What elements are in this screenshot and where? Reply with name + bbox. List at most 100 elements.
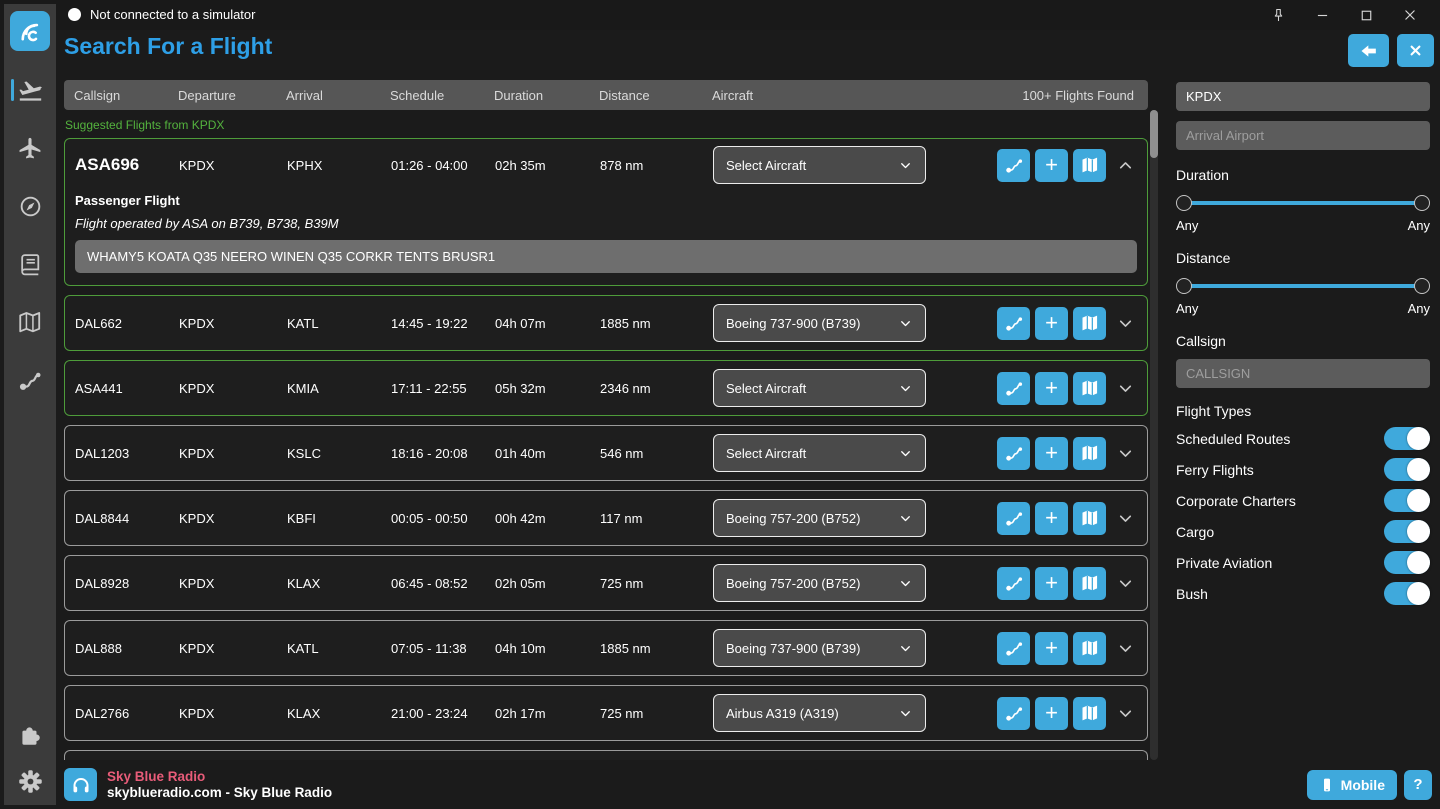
sidebar-item-settings[interactable] (4, 767, 56, 795)
flight-departure: KPDX (179, 381, 287, 396)
help-button[interactable]: ? (1404, 770, 1432, 800)
expand-row-button[interactable] (1111, 437, 1139, 470)
distance-slider[interactable] (1176, 278, 1430, 294)
chevron-down-icon (898, 158, 913, 173)
sidebar-item-navigation[interactable] (4, 192, 56, 220)
minimize-button[interactable] (1300, 0, 1344, 30)
slider-track[interactable] (1183, 201, 1423, 205)
sidebar-item-flight-search[interactable] (4, 76, 56, 104)
slider-track[interactable] (1183, 284, 1423, 288)
sidebar-item-aircraft[interactable] (4, 134, 56, 162)
expand-row-button[interactable] (1111, 372, 1139, 405)
chevron-down-icon (898, 316, 913, 331)
flight-row[interactable]: ASA441 KPDX KMIA 17:11 - 22:55 05h 32m 2… (64, 360, 1148, 416)
app-logo[interactable] (10, 11, 50, 51)
departure-airport-input[interactable] (1176, 82, 1430, 111)
aircraft-select[interactable]: Boeing 757-200 (B752) (713, 564, 926, 602)
aircraft-select[interactable]: Select Aircraft (713, 146, 926, 184)
toggle-private-aviation[interactable] (1384, 551, 1430, 574)
flight-row[interactable]: DAL2766 KPDX KLAX 21:00 - 23:24 02h 17m … (64, 685, 1148, 741)
list-scrollbar[interactable] (1150, 110, 1158, 760)
toggle-scheduled-routes[interactable] (1384, 427, 1430, 450)
maximize-button[interactable] (1344, 0, 1388, 30)
view-on-map-button[interactable] (1073, 372, 1106, 405)
arrival-airport-input[interactable] (1176, 121, 1430, 150)
aircraft-select[interactable]: Boeing 737-900 (B739) (713, 304, 926, 342)
view-on-map-button[interactable] (1073, 697, 1106, 730)
aircraft-select[interactable]: Select Aircraft (713, 369, 926, 407)
chevron-down-icon (898, 511, 913, 526)
show-route-button[interactable] (997, 437, 1030, 470)
chevron-down-icon (1116, 314, 1135, 333)
collapse-row-button[interactable] (1111, 149, 1139, 182)
duration-max-handle[interactable] (1414, 195, 1430, 211)
pin-window-button[interactable] (1256, 0, 1300, 30)
route-icon (1004, 378, 1024, 398)
add-flight-button[interactable]: + (1035, 502, 1068, 535)
add-flight-button[interactable]: + (1035, 437, 1068, 470)
puzzle-icon (17, 722, 43, 748)
flight-row[interactable]: ASA696 KPDX KPHX 01:26 - 04:00 02h 35m 8… (64, 138, 1148, 286)
toggle-cargo[interactable] (1384, 520, 1430, 543)
show-route-button[interactable] (997, 372, 1030, 405)
callsign-input[interactable] (1176, 359, 1430, 388)
show-route-button[interactable] (997, 567, 1030, 600)
expand-row-button[interactable] (1111, 502, 1139, 535)
plus-icon: + (1045, 702, 1058, 724)
expand-row-button[interactable] (1111, 697, 1139, 730)
view-on-map-button[interactable] (1073, 307, 1106, 340)
add-flight-button[interactable]: + (1035, 149, 1068, 182)
scrollbar-thumb[interactable] (1150, 110, 1158, 158)
back-arrow-icon (1359, 41, 1379, 61)
flight-row[interactable]: DAL8844 KPDX KBFI 00:05 - 00:50 00h 42m … (64, 490, 1148, 546)
add-flight-button[interactable]: + (1035, 372, 1068, 405)
view-on-map-button[interactable] (1073, 437, 1106, 470)
sidebar-item-plugins[interactable] (4, 721, 56, 749)
flight-row[interactable]: DAL888 KPDX KATL 07:05 - 11:38 04h 10m 1… (64, 620, 1148, 676)
close-window-button[interactable] (1388, 0, 1432, 30)
flight-row[interactable]: DAL662 KPDX KATL 14:45 - 19:22 04h 07m 1… (64, 295, 1148, 351)
add-flight-button[interactable]: + (1035, 307, 1068, 340)
view-on-map-button[interactable] (1073, 502, 1106, 535)
view-on-map-button[interactable] (1073, 149, 1106, 182)
add-flight-button[interactable]: + (1035, 697, 1068, 730)
map-icon (1080, 155, 1100, 175)
view-on-map-button[interactable] (1073, 632, 1106, 665)
distance-min-handle[interactable] (1176, 278, 1192, 294)
distance-max-handle[interactable] (1414, 278, 1430, 294)
book-icon (18, 252, 43, 277)
show-route-button[interactable] (997, 307, 1030, 340)
aircraft-select[interactable]: Boeing 737-900 (B739) (713, 629, 926, 667)
sidebar-item-map[interactable] (4, 308, 56, 336)
flight-schedule: 00:05 - 00:50 (391, 511, 495, 526)
chevron-down-icon (898, 576, 913, 591)
expand-row-button[interactable] (1111, 567, 1139, 600)
radio-player-button[interactable] (64, 768, 97, 801)
aircraft-select[interactable]: Airbus A319 (A319) (713, 694, 926, 732)
show-route-button[interactable] (997, 502, 1030, 535)
sidebar-item-route[interactable] (4, 366, 56, 394)
toggle-bush[interactable] (1384, 582, 1430, 605)
sidebar-item-logbook[interactable] (4, 250, 56, 278)
close-search-button[interactable] (1397, 34, 1434, 67)
aircraft-select[interactable]: Select Aircraft (713, 434, 926, 472)
duration-slider[interactable] (1176, 195, 1430, 211)
aircraft-select[interactable]: Boeing 757-200 (B752) (713, 499, 926, 537)
mobile-button[interactable]: Mobile (1307, 770, 1397, 800)
flight-schedule: 18:16 - 20:08 (391, 446, 495, 461)
back-button[interactable] (1348, 34, 1389, 67)
show-route-button[interactable] (997, 149, 1030, 182)
header-departure: Departure (178, 88, 286, 103)
show-route-button[interactable] (997, 697, 1030, 730)
add-flight-button[interactable]: + (1035, 567, 1068, 600)
show-route-button[interactable] (997, 632, 1030, 665)
flight-row[interactable]: DAL1203 KPDX KSLC 18:16 - 20:08 01h 40m … (64, 425, 1148, 481)
add-flight-button[interactable]: + (1035, 632, 1068, 665)
flight-row[interactable]: DAL8928 KPDX KLAX 06:45 - 08:52 02h 05m … (64, 555, 1148, 611)
view-on-map-button[interactable] (1073, 567, 1106, 600)
toggle-ferry-flights[interactable] (1384, 458, 1430, 481)
expand-row-button[interactable] (1111, 307, 1139, 340)
expand-row-button[interactable] (1111, 632, 1139, 665)
duration-min-handle[interactable] (1176, 195, 1192, 211)
toggle-corporate-charters[interactable] (1384, 489, 1430, 512)
